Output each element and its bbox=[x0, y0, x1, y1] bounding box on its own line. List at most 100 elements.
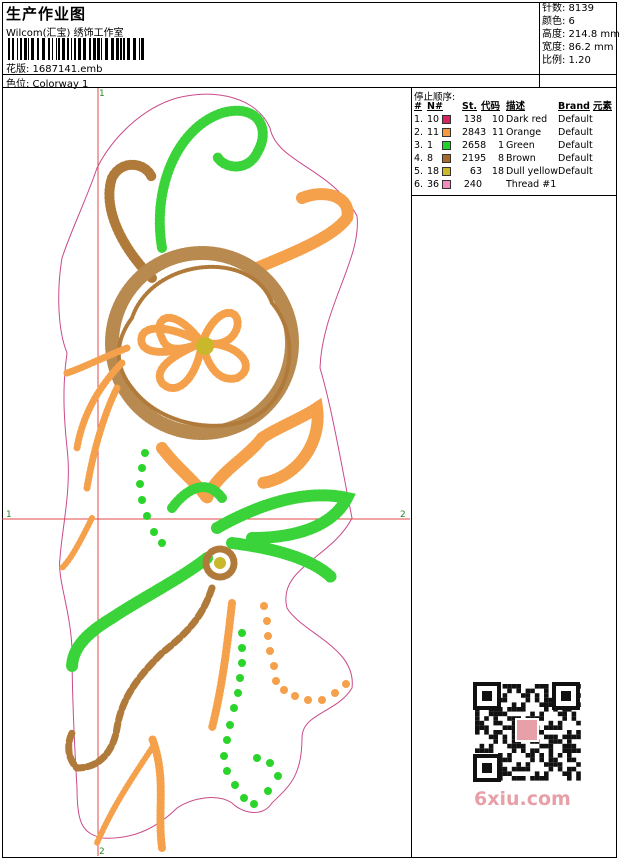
axis-label-top: 1 bbox=[99, 89, 105, 99]
color-swatch bbox=[442, 128, 451, 137]
sequence-row: 1. 10 138 10 Dark red Default bbox=[412, 113, 617, 126]
row-brand: Default bbox=[558, 127, 593, 138]
stitch-dot bbox=[220, 752, 228, 760]
row-code: 11 bbox=[491, 127, 504, 138]
col-number: N# bbox=[427, 101, 443, 112]
stitch-dot bbox=[266, 647, 274, 655]
row-index: 4. bbox=[414, 153, 424, 164]
axis-label-left: 1 bbox=[6, 510, 12, 520]
stitch-dot bbox=[291, 692, 299, 700]
row-description: Green bbox=[506, 140, 535, 151]
color-swatch bbox=[442, 141, 451, 150]
col-element: 元素 bbox=[593, 101, 613, 112]
color-swatch bbox=[442, 167, 451, 176]
stitch-dot bbox=[240, 794, 248, 802]
stitch-dot bbox=[230, 704, 238, 712]
sequence-row: 4. 8 2195 8 Brown Default bbox=[412, 152, 617, 165]
stitch-dot bbox=[274, 772, 282, 780]
sequence-row: 3. 1 2658 1 Green Default bbox=[412, 139, 617, 152]
sequence-row: 6. 36 240 Thread #1 bbox=[412, 178, 617, 191]
stitch-dot bbox=[231, 781, 239, 789]
row-description: Orange bbox=[506, 127, 542, 138]
stats-panel: 针数: 8139 颜色: 6 高度: 214.8 mm 宽度: 86.2 mm … bbox=[540, 2, 620, 88]
stitch-dot bbox=[236, 674, 244, 682]
row-stitches: 2658 bbox=[462, 140, 487, 151]
stitch-dot bbox=[263, 617, 271, 625]
stitch-dot bbox=[264, 632, 272, 640]
row-number: 18 bbox=[427, 166, 440, 177]
sequence-row: 2. 11 2843 11 Orange Default bbox=[412, 126, 617, 139]
row-stitches: 2843 bbox=[462, 127, 487, 138]
row-brand: Default bbox=[558, 140, 593, 151]
stitch-dot bbox=[138, 496, 146, 504]
stitch-dot bbox=[304, 696, 312, 704]
design-file-label: 花版: 1687141.emb bbox=[6, 64, 103, 75]
row-index: 1. bbox=[414, 114, 424, 125]
stitch-dot bbox=[234, 689, 242, 697]
stitch-count: 针数: 8139 bbox=[542, 3, 594, 14]
design-height: 高度: 214.8 mm bbox=[542, 29, 620, 40]
row-code: 10 bbox=[491, 114, 504, 125]
stitch-dot bbox=[226, 721, 234, 729]
stitch-dot bbox=[270, 662, 278, 670]
stitch-dot bbox=[136, 480, 144, 488]
row-stitches: 240 bbox=[463, 179, 482, 190]
row-stitches: 2195 bbox=[462, 153, 487, 164]
design-scale: 比例: 1.20 bbox=[542, 55, 591, 66]
watermark: 6xiu.com bbox=[474, 788, 571, 810]
design-width: 宽度: 86.2 mm bbox=[542, 42, 614, 53]
row-stitches: 63 bbox=[469, 166, 482, 177]
col-index: # bbox=[414, 101, 422, 112]
page-title: 生产作业图 bbox=[6, 5, 87, 23]
stitch-dot bbox=[158, 539, 166, 547]
row-description: Dark red bbox=[506, 114, 548, 125]
row-description: Thread #1 bbox=[506, 179, 557, 190]
row-stitches: 138 bbox=[463, 114, 482, 125]
stitch-dot bbox=[138, 464, 146, 472]
col-brand: Brand bbox=[558, 101, 590, 112]
stitch-dot bbox=[238, 644, 246, 652]
design-canvas[interactable]: 1 2 1 2 bbox=[2, 88, 412, 858]
stitch-dot bbox=[141, 449, 149, 457]
color-swatch bbox=[442, 180, 451, 189]
row-number: 8 bbox=[427, 153, 434, 164]
color-swatch bbox=[442, 115, 451, 124]
row-index: 3. bbox=[414, 140, 424, 151]
stitch-dot bbox=[260, 602, 268, 610]
stitch-dot bbox=[253, 754, 261, 762]
stitch-dot bbox=[143, 512, 151, 520]
stitch-dot bbox=[266, 759, 274, 767]
axis-label-bottom: 2 bbox=[99, 847, 105, 856]
stitch-dot bbox=[250, 800, 258, 808]
stitch-dot bbox=[272, 677, 280, 685]
sequence-header-row: # N# St. 代码 描述 Brand 元素 bbox=[412, 100, 617, 113]
colorway-bar: 色位: Colorway 1 bbox=[2, 74, 617, 90]
row-number: 36 bbox=[427, 179, 440, 190]
color-swatch bbox=[442, 154, 451, 163]
row-index: 6. bbox=[414, 179, 424, 190]
stitch-dot bbox=[238, 629, 246, 637]
stitch-dot bbox=[264, 787, 272, 795]
row-code: 8 bbox=[497, 153, 504, 164]
row-brand: Default bbox=[558, 153, 593, 164]
stitch-dot bbox=[223, 767, 231, 775]
stitch-dot bbox=[280, 686, 288, 694]
row-code: 18 bbox=[491, 166, 504, 177]
row-index: 2. bbox=[414, 127, 424, 138]
row-code: 1 bbox=[497, 140, 504, 151]
stitch-dot bbox=[238, 659, 246, 667]
company-name: Wilcom(汇宝) 绣饰工作室 bbox=[6, 28, 124, 39]
sequence-row: 5. 18 63 18 Dull yellow Default bbox=[412, 165, 617, 178]
stop-sequence-panel: 停止顺序: # N# St. 代码 描述 Brand 元素 1. 10 138 10 D… bbox=[412, 88, 617, 196]
stitch-dot bbox=[342, 680, 350, 688]
color-count: 颜色: 6 bbox=[542, 16, 575, 27]
embroidery-motif bbox=[59, 105, 356, 852]
stitch-dot bbox=[331, 689, 339, 697]
axis-label-right: 2 bbox=[400, 510, 406, 520]
row-description: Brown bbox=[506, 153, 536, 164]
row-index: 5. bbox=[414, 166, 424, 177]
col-code: 代码 bbox=[481, 101, 501, 112]
stitch-dot bbox=[150, 528, 158, 536]
row-description: Dull yellow bbox=[506, 166, 558, 177]
stitch-dot bbox=[318, 696, 326, 704]
